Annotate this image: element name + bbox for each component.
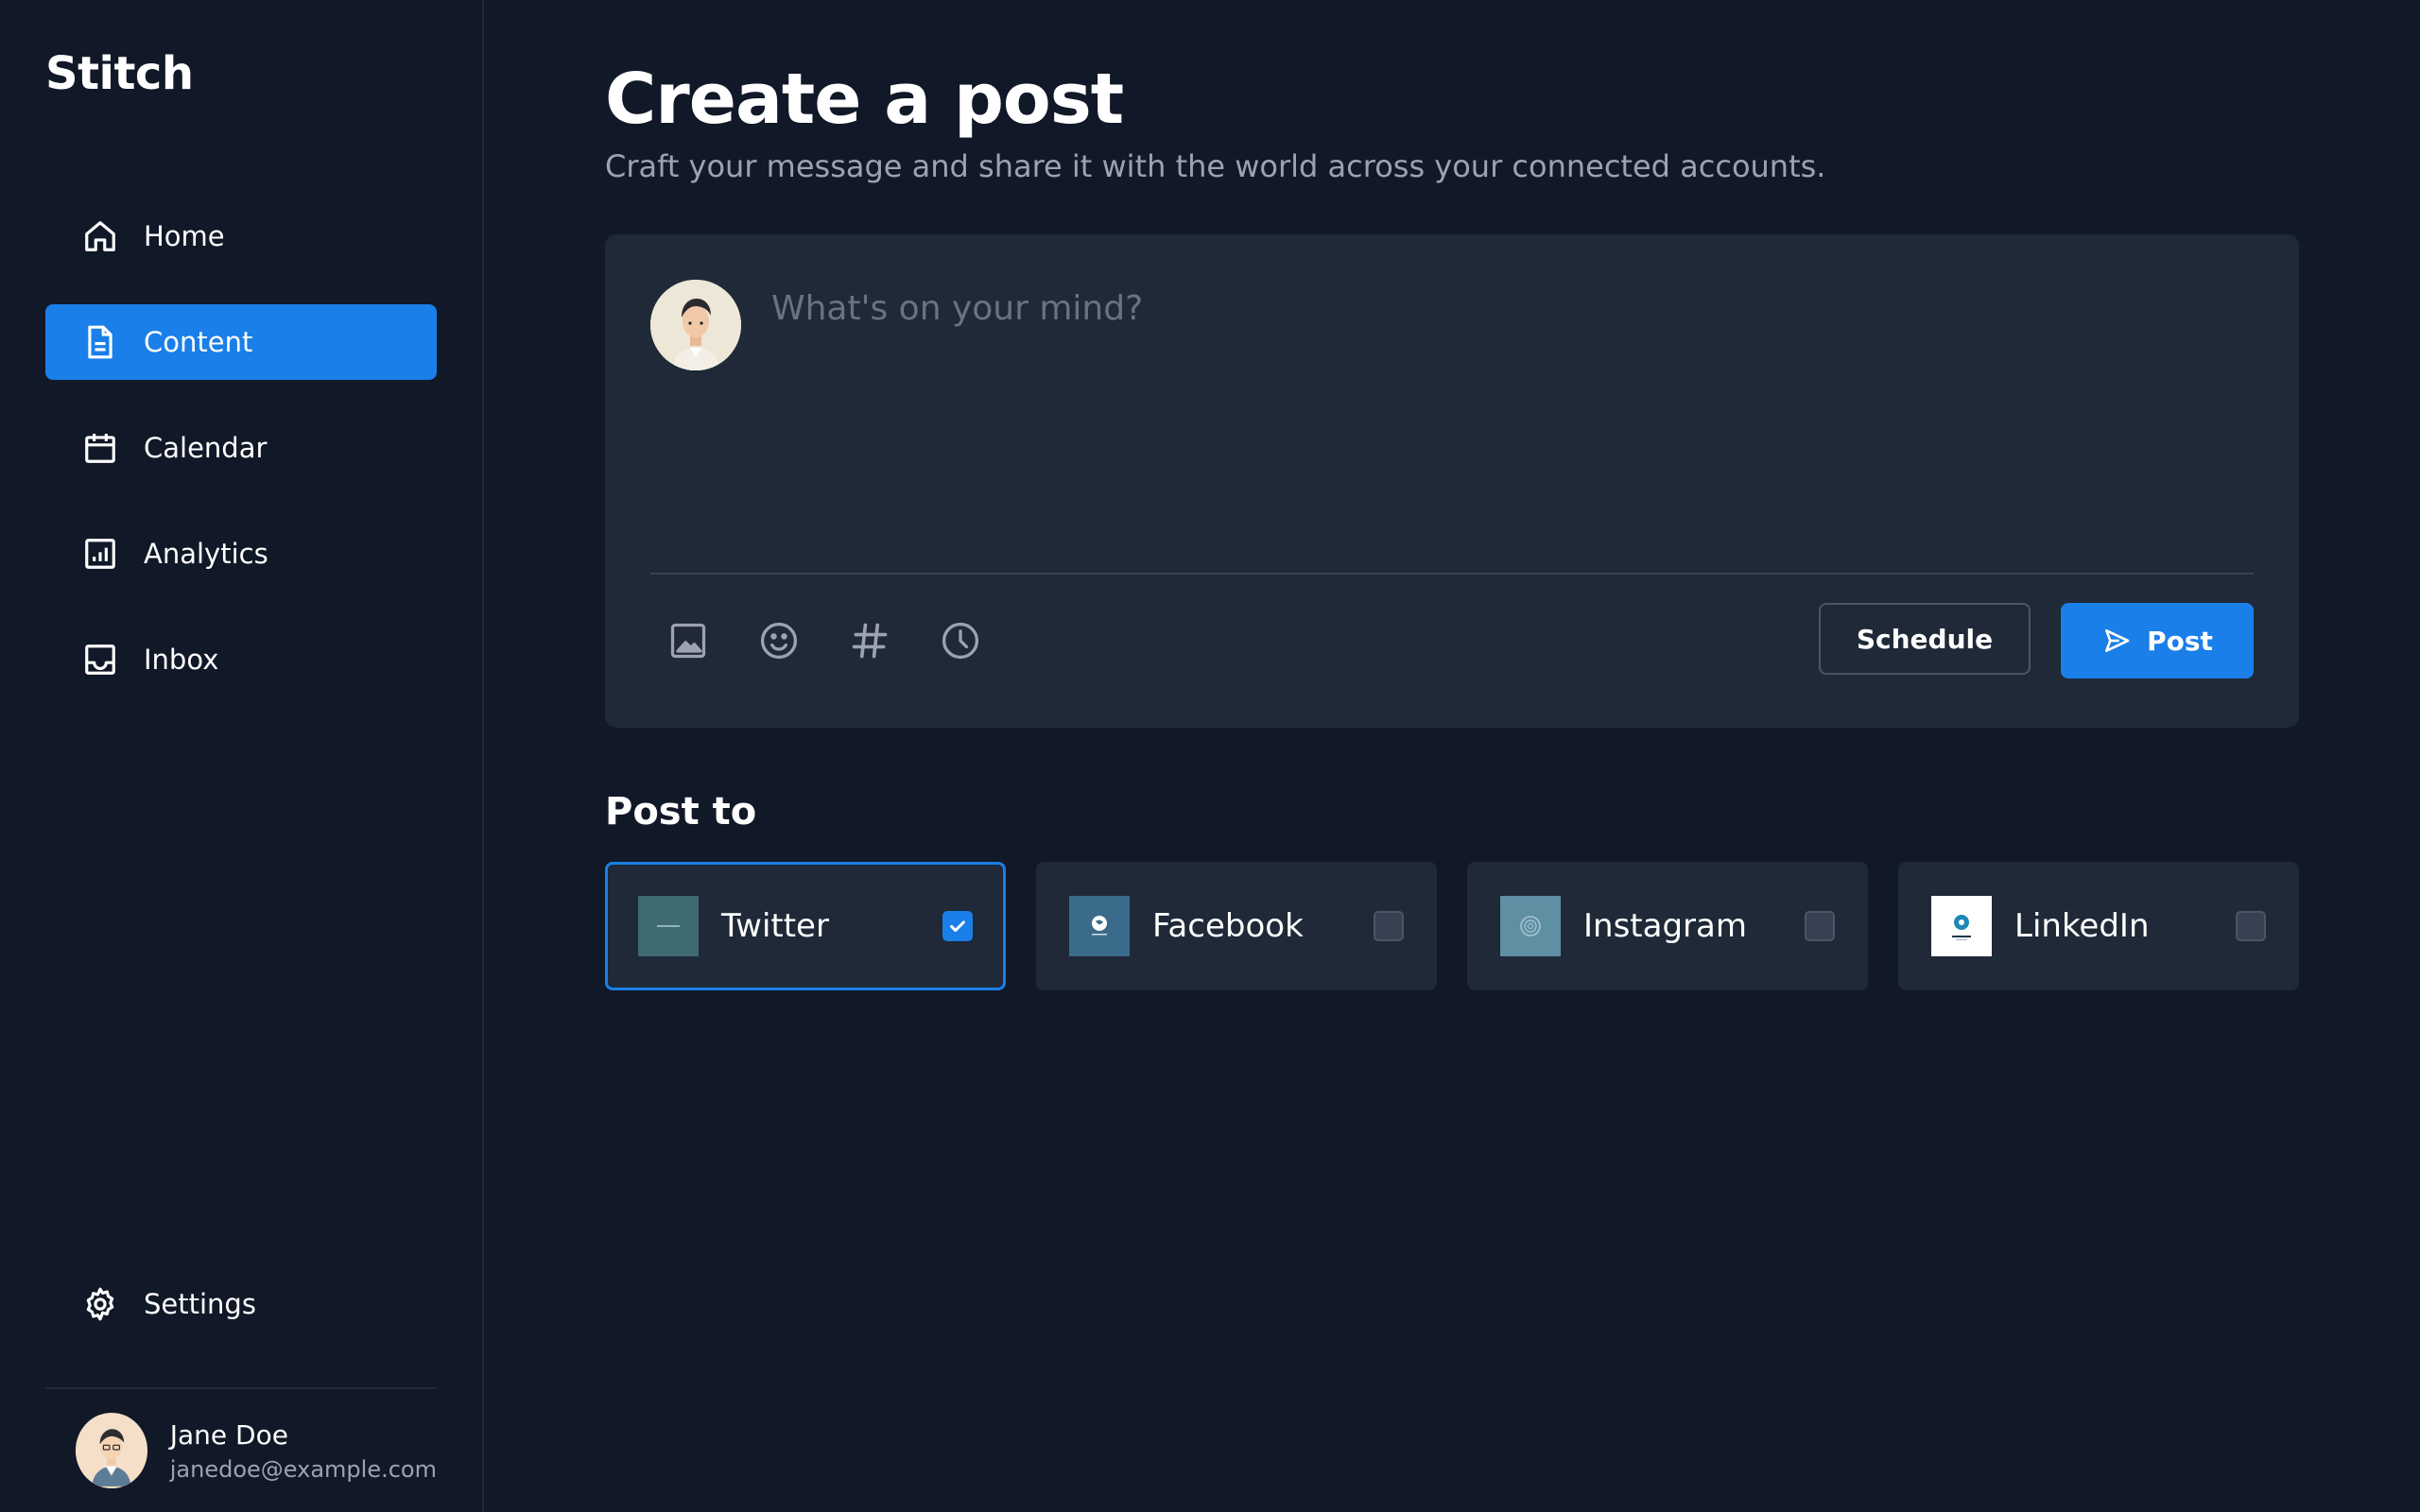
linkedin-thumbnail [1931,896,1992,956]
sidebar-item-label: Calendar [144,432,268,464]
analytics-icon [81,535,119,573]
emoji-icon[interactable] [756,618,802,663]
composer-toolbar: Schedule Post [650,603,2254,679]
platform-card-linkedin[interactable]: LinkedIn [1898,862,2299,990]
post-to-heading: Post to [605,790,757,833]
user-name: Jane Doe [169,1418,288,1451]
user-email: janedoe@example.com [169,1455,437,1483]
document-icon [81,323,119,361]
platform-card-twitter[interactable]: Twitter [605,862,1006,990]
platform-checkbox[interactable] [942,911,973,941]
send-icon [2105,629,2130,652]
calendar-icon [81,429,119,467]
platform-name: LinkedIn [2014,907,2150,945]
platform-checkbox[interactable] [2236,911,2266,941]
platform-card-instagram[interactable]: Instagram [1467,862,1868,990]
platform-name: Twitter [721,907,829,945]
platform-name: Instagram [1583,907,1747,945]
avatar [650,280,741,370]
sidebar-item-content[interactable]: Content [45,304,437,380]
sidebar-item-label: Settings [144,1288,256,1320]
post-composer: Schedule Post [605,234,2299,728]
composer-actions: Schedule Post [1819,603,2254,679]
sidebar: Stitch Home Content Calendar Analytics I… [0,0,484,1512]
inbox-icon [81,641,119,679]
page-subtitle: Craft your message and share it with the… [605,148,1826,184]
sidebar-item-label: Inbox [144,644,219,676]
brand-logo[interactable]: Stitch [45,45,437,102]
platform-card-facebook[interactable]: Facebook [1036,862,1437,990]
app-root: Stitch Home Content Calendar Analytics I… [0,0,2420,1512]
sidebar-item-label: Content [144,326,253,358]
platform-list: Twitter Facebook Instagram LinkedIn [605,862,2299,990]
platform-name: Facebook [1152,907,1304,945]
sidebar-item-home[interactable]: Home [45,198,437,274]
post-button-label: Post [2147,625,2213,657]
main-content: Create a post Craft your message and sha… [484,0,2420,1512]
post-button[interactable]: Post [2061,603,2254,679]
image-icon[interactable] [666,618,711,663]
platform-checkbox[interactable] [1374,911,1404,941]
facebook-thumbnail [1069,896,1130,956]
avatar [76,1413,147,1488]
sidebar-item-analytics[interactable]: Analytics [45,516,437,592]
hashtag-icon[interactable] [847,618,892,663]
sidebar-nav: Home Content Calendar Analytics Inbox [45,198,437,697]
post-text-input[interactable] [771,280,2254,469]
gear-icon [81,1285,119,1323]
platform-checkbox[interactable] [1805,911,1835,941]
composer-divider [650,573,2254,575]
composer-tools [650,618,983,663]
sidebar-item-label: Home [144,220,225,252]
home-icon [81,217,119,255]
sidebar-item-settings[interactable]: Settings [45,1266,437,1342]
sidebar-item-calendar[interactable]: Calendar [45,410,437,486]
composer-body [650,280,2254,554]
user-info: Jane Doe janedoe@example.com [170,1419,437,1483]
schedule-button[interactable]: Schedule [1819,603,2031,675]
checkmark-icon [950,920,965,933]
sidebar-item-label: Analytics [144,538,268,570]
instagram-thumbnail [1500,896,1561,956]
sidebar-item-inbox[interactable]: Inbox [45,622,437,697]
page-title: Create a post [605,59,1124,140]
sidebar-footer: Settings Jane Doe janedoe@example.com [45,1266,437,1512]
user-profile[interactable]: Jane Doe janedoe@example.com [45,1389,437,1512]
twitter-thumbnail [638,896,699,956]
clock-icon[interactable] [938,618,983,663]
